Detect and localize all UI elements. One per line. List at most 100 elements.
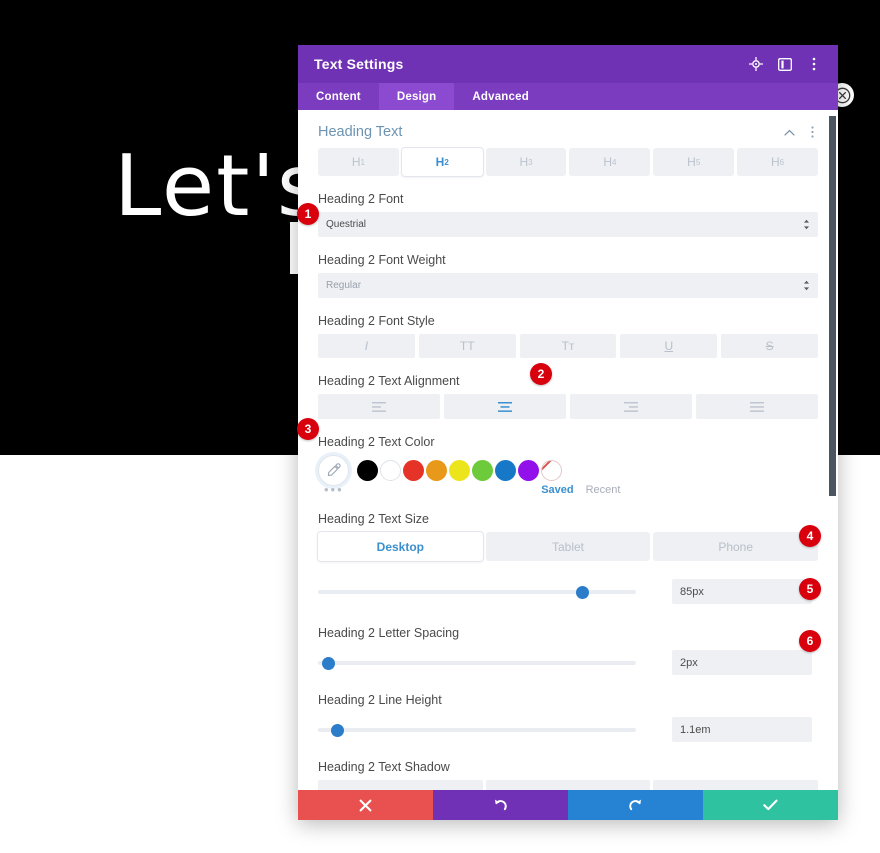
heading-letter-spacing-label: Heading 2 Letter Spacing [318, 626, 460, 640]
field-heading-font-weight: Heading 2 Font Weight Regular [318, 253, 818, 298]
field-heading-letter-spacing: Heading 2 Letter Spacing 2px [318, 626, 818, 675]
strikethrough-glyph: S [765, 339, 774, 353]
scrollbar-thumb[interactable] [829, 116, 836, 496]
heading-level-h5[interactable]: H5 [653, 148, 735, 176]
color-tabs: Saved Recent [344, 484, 818, 496]
chevron-updown-icon [803, 280, 810, 291]
heading-level-h1[interactable]: H1 [318, 148, 399, 176]
uppercase-icon[interactable]: TT [418, 334, 516, 358]
step-badge-6: 6 [799, 630, 821, 652]
align-right-icon[interactable] [570, 394, 692, 419]
heading-line-height-label: Heading 2 Line Height [318, 693, 442, 707]
heading-level-h6[interactable]: H6 [737, 148, 818, 176]
text-settings-modal: Text Settings Content Design Advanced He… [298, 45, 838, 820]
text-shadow-options: aA aA aA aA aA [318, 780, 818, 790]
swatch-yellow[interactable] [449, 460, 470, 481]
color-swatch-row [318, 455, 818, 486]
kebab-menu-icon[interactable] [806, 56, 822, 72]
underline-glyph: U [664, 339, 674, 353]
field-heading-font-style: Heading 2 Font Style I TT Tᴛ U S [318, 314, 818, 358]
modal-title: Text Settings [314, 56, 404, 72]
heading-level-h3[interactable]: H3 [485, 148, 567, 176]
slider-knob[interactable] [322, 656, 335, 670]
align-left-icon[interactable] [318, 394, 440, 419]
heading-font-select[interactable]: Questrial [318, 212, 818, 237]
swatch-none[interactable] [541, 460, 562, 481]
slider-track [318, 727, 636, 732]
text-size-value-input[interactable]: 85px [672, 579, 812, 604]
font-style-options: I TT Tᴛ U S [318, 334, 818, 358]
smallcaps-icon[interactable]: Tᴛ [519, 334, 617, 358]
h2-label: H [435, 155, 445, 169]
swatch-white[interactable] [380, 460, 401, 481]
field-heading-text-alignment: Heading 2 Text Alignment [318, 374, 818, 419]
shadow-option-hard[interactable]: aA [653, 780, 818, 790]
device-tab-phone[interactable]: Phone [653, 532, 819, 561]
line-height-value-input[interactable]: 1.1em [672, 717, 812, 742]
recent-colors-tab[interactable]: Recent [586, 484, 621, 496]
align-justify-icon[interactable] [696, 394, 818, 419]
step-badge-3: 3 [297, 418, 319, 440]
swatch-black[interactable] [357, 460, 378, 481]
letter-spacing-slider-row: 2px [318, 650, 818, 675]
chevron-up-icon[interactable] [783, 126, 795, 138]
tab-advanced[interactable]: Advanced [454, 83, 547, 110]
slider-knob[interactable] [576, 585, 589, 599]
h5-sub: 5 [695, 157, 701, 167]
heading-font-weight-select[interactable]: Regular [318, 273, 818, 298]
heading-font-value: Questrial [326, 219, 367, 230]
panel-scrollbar[interactable] [829, 116, 836, 756]
italic-icon[interactable]: I [318, 334, 415, 358]
section-header-icons [783, 126, 818, 138]
text-size-slider-row: 85px [318, 579, 818, 604]
heading-level-h2[interactable]: H2 [401, 148, 483, 176]
device-tab-desktop[interactable]: Desktop [318, 532, 483, 561]
field-heading-text-size: Heading 2 Text Size Desktop Tablet Phone… [318, 512, 819, 604]
device-tabs: Desktop Tablet Phone [318, 532, 819, 561]
strikethrough-icon[interactable]: S [721, 334, 818, 358]
h4-label: H [603, 155, 612, 169]
swatch-blue[interactable] [495, 460, 516, 481]
align-center-icon[interactable] [444, 394, 566, 419]
color-more-dots[interactable]: ••• [324, 483, 344, 496]
discard-button[interactable] [298, 790, 433, 820]
step-badge-2: 2 [530, 363, 552, 385]
swatch-red[interactable] [403, 460, 424, 481]
undo-button[interactable] [433, 790, 568, 820]
text-size-slider[interactable] [318, 583, 636, 601]
device-tab-tablet[interactable]: Tablet [485, 532, 651, 561]
section-header-heading-text[interactable]: Heading Text [318, 110, 818, 148]
underline-icon[interactable]: U [620, 334, 718, 358]
layout-panel-icon[interactable] [777, 56, 793, 72]
tab-content[interactable]: Content [298, 83, 379, 110]
uppercase-glyph: TT [459, 339, 475, 353]
field-heading-text-shadow: Heading 2 Text Shadow aA aA [318, 760, 818, 790]
letter-spacing-value-input[interactable]: 2px [672, 650, 812, 675]
h5-label: H [687, 155, 696, 169]
swatch-orange[interactable] [426, 460, 447, 481]
heading-font-label: Heading 2 Font [318, 192, 404, 206]
shadow-option-none[interactable] [318, 780, 483, 790]
heading-text-color-label: Heading 2 Text Color [318, 435, 435, 449]
letter-spacing-slider[interactable] [318, 654, 636, 672]
swatch-green[interactable] [472, 460, 493, 481]
slider-knob[interactable] [331, 723, 344, 737]
heading-level-h4[interactable]: H4 [569, 148, 651, 176]
swatch-purple[interactable] [518, 460, 539, 481]
step-badge-5: 5 [799, 578, 821, 600]
target-icon[interactable] [748, 56, 764, 72]
redo-button[interactable] [568, 790, 703, 820]
kebab-menu-icon[interactable] [806, 126, 818, 138]
tab-design[interactable]: Design [378, 83, 455, 110]
shadow-option-soft[interactable]: aA [485, 780, 651, 790]
saved-colors-tab[interactable]: Saved [541, 484, 573, 496]
modal-titlebar: Text Settings [298, 45, 838, 83]
modal-title-icons [748, 56, 822, 72]
line-height-slider[interactable] [318, 721, 636, 739]
heading-level-tabs: H1 H2 H3 H4 H5 H6 [318, 148, 818, 176]
slider-track [318, 660, 636, 665]
save-button[interactable] [703, 790, 838, 820]
h1-sub: 1 [360, 157, 365, 167]
modal-tab-bar: Content Design Advanced [298, 83, 838, 110]
line-height-slider-row: 1.1em [318, 717, 818, 742]
